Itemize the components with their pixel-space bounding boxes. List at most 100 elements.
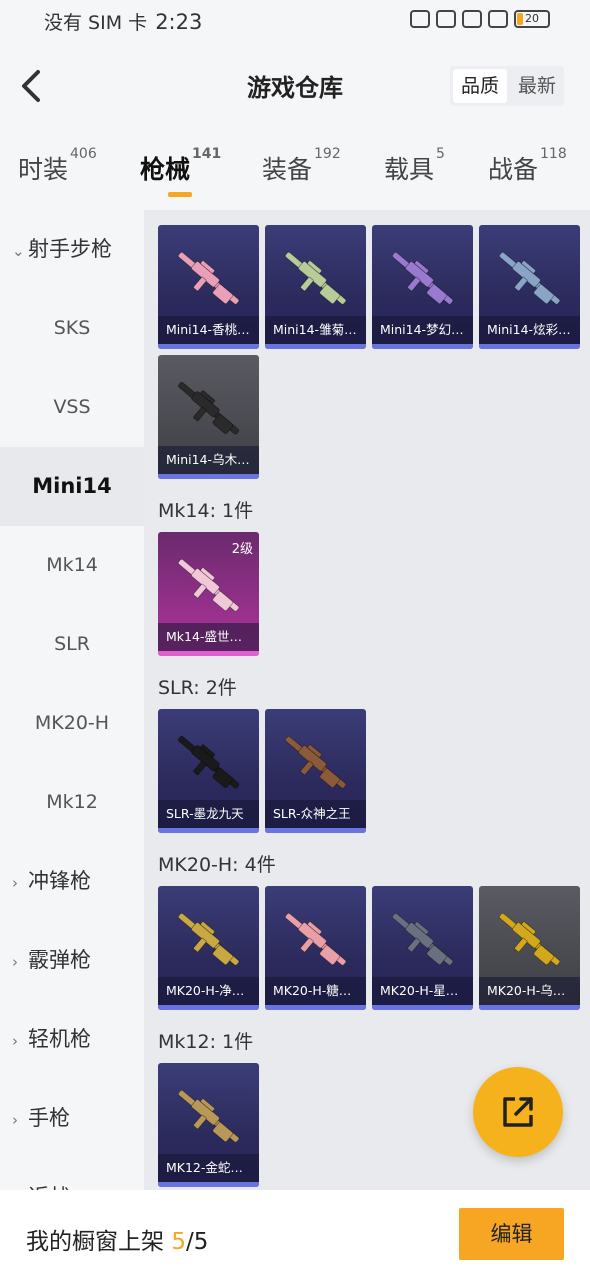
- category-tabs: 时装406 枪械141 装备192 载具5 战备118: [0, 146, 590, 208]
- battery-icon: 20: [514, 10, 550, 28]
- weapon-skin-image: [285, 251, 347, 305]
- weapon-card[interactable]: SLR-众神之王: [265, 709, 366, 833]
- sidebar-item-smg[interactable]: › 冲锋枪: [0, 842, 144, 921]
- weapon-card[interactable]: MK20-H-糖…: [265, 886, 366, 1010]
- sidebar-item-melee[interactable]: ›近战: [0, 1158, 144, 1190]
- sidebar-item-pistol[interactable]: › 手枪: [0, 1079, 144, 1158]
- rarity-bar: [479, 344, 580, 349]
- chevron-right-icon: ›: [12, 1111, 18, 1129]
- sidebar-item-label: 射手步枪: [28, 237, 112, 261]
- tab-count: 5: [436, 146, 445, 162]
- sidebar-item-slr[interactable]: SLR: [0, 605, 144, 684]
- sidebar-item-label: 轻机枪: [28, 1027, 91, 1051]
- tab-supplies[interactable]: 战备118: [488, 146, 567, 186]
- tab-count: 141: [192, 146, 222, 162]
- weapon-card-name: MK20-H-星…: [372, 977, 473, 1005]
- rarity-bar: [265, 828, 366, 833]
- weapon-card[interactable]: Mini14-雏菊…: [265, 225, 366, 349]
- weapon-card-name: Mini14-炫彩…: [479, 316, 580, 344]
- rarity-bar: [265, 1005, 366, 1010]
- weapon-card[interactable]: 2级 Mk14-盛世…: [158, 532, 259, 656]
- sidebar-item-sks[interactable]: SKS: [0, 289, 144, 368]
- status-left: 没有 SIM 卡 2:23: [44, 8, 202, 35]
- edit-button[interactable]: 编辑: [459, 1208, 564, 1260]
- card-grid-mk14: 2级 Mk14-盛世…: [158, 532, 584, 656]
- sidebar-item-lmg[interactable]: › 轻机枪: [0, 1000, 144, 1079]
- vibrate-icon: [436, 10, 456, 28]
- sidebar-item-mk20h[interactable]: MK20-H: [0, 684, 144, 763]
- rarity-bar: [158, 344, 259, 349]
- battery-level: 20: [525, 12, 539, 25]
- tab-vehicles[interactable]: 载具5: [384, 146, 445, 186]
- section-heading-mk20h: MK20-H: 4件: [158, 854, 276, 876]
- sidebar-item-vss[interactable]: VSS: [0, 368, 144, 447]
- weapon-card-name: MK20-H-净…: [158, 977, 259, 1005]
- weapon-card[interactable]: MK20-H-净…: [158, 886, 259, 1010]
- rarity-bar: [372, 1005, 473, 1010]
- weapon-skin-image: [285, 912, 347, 966]
- tab-equipment[interactable]: 装备192: [262, 146, 341, 186]
- sort-newest-button[interactable]: 最新: [510, 66, 564, 106]
- section-heading-mk12: Mk12: 1件: [158, 1031, 254, 1053]
- weapon-skin-image: [392, 251, 454, 305]
- carrier-text: 没有 SIM 卡: [44, 12, 148, 34]
- sidebar-item-mk12[interactable]: Mk12: [0, 763, 144, 842]
- chevron-right-icon: ›: [12, 1160, 28, 1190]
- weapon-card-name: MK20-H-糖…: [265, 977, 366, 1005]
- weapon-skin-image: [178, 381, 240, 435]
- weapon-card-name: Mini14-雏菊…: [265, 316, 366, 344]
- weapon-skin-image: [178, 1089, 240, 1143]
- weapon-skin-image: [178, 735, 240, 789]
- weapon-skin-image: [392, 912, 454, 966]
- weapon-card[interactable]: Mini14-炫彩…: [479, 225, 580, 349]
- weapon-skin-image: [178, 251, 240, 305]
- share-external-icon: [503, 1097, 533, 1127]
- weapon-card[interactable]: Mini14-梦幻…: [372, 225, 473, 349]
- sidebar-item-shotgun[interactable]: › 霰弹枪: [0, 921, 144, 1000]
- wifi-icon: [462, 10, 482, 28]
- card-grid-slr: SLR-墨龙九天 SLR-众神之王: [158, 709, 584, 833]
- tab-fashion[interactable]: 时装406: [18, 146, 97, 186]
- sidebar-item-label: 手枪: [28, 1106, 70, 1130]
- sidebar-item-mini14[interactable]: Mini14: [0, 447, 144, 526]
- status-bar: 没有 SIM 卡 2:23 20: [0, 0, 590, 40]
- weapon-card-name: MK20-H-乌…: [479, 977, 580, 1005]
- rarity-bar: [158, 828, 259, 833]
- weapon-skin-image: [499, 251, 561, 305]
- tab-label: 枪械: [140, 155, 191, 184]
- weapon-card-name: MK12-金蛇…: [158, 1154, 259, 1182]
- tab-firearms[interactable]: 枪械141: [140, 146, 221, 197]
- sidebar-item-label: 冲锋枪: [28, 869, 91, 893]
- rarity-bar: [265, 344, 366, 349]
- weapon-card[interactable]: MK12-金蛇…: [158, 1063, 259, 1187]
- card-grid-mk20h: MK20-H-净… MK20-H-糖… MK20-H-星… MK20-H-乌…: [158, 886, 584, 1010]
- weapon-sidebar: ⌄ 射手步枪 SKS VSS Mini14 Mk14 SLR MK20-H Mk1…: [0, 210, 144, 1190]
- weapon-card[interactable]: MK20-H-星…: [372, 886, 473, 1010]
- weapon-content: Mini14-香桃… Mini14-雏菊… Mini14-梦幻… Mini14-炫彩……: [144, 210, 590, 1190]
- share-fab-button[interactable]: [473, 1067, 563, 1157]
- sidebar-item-label: 霰弹枪: [28, 948, 91, 972]
- weapon-card[interactable]: Mini14-香桃…: [158, 225, 259, 349]
- sort-quality-button[interactable]: 品质: [453, 69, 508, 103]
- weapon-card-name: Mini14-香桃…: [158, 316, 259, 344]
- alert-icon: [488, 10, 508, 28]
- sidebar-item-mk14[interactable]: Mk14: [0, 526, 144, 605]
- weapon-card[interactable]: Mini14-乌木…: [158, 355, 259, 479]
- showcase-status: 我的橱窗上架 5/5: [26, 1222, 208, 1256]
- sort-toggle: 品质 最新: [450, 66, 565, 106]
- tab-label: 装备: [262, 155, 313, 184]
- weapon-skin-image: [499, 912, 561, 966]
- weapon-skin-image: [178, 912, 240, 966]
- bottom-bar: 我的橱窗上架 5/5 编辑: [0, 1190, 590, 1280]
- sidebar-item-dmr[interactable]: ⌄ 射手步枪: [0, 210, 144, 289]
- weapon-card[interactable]: MK20-H-乌…: [479, 886, 580, 1010]
- weapon-level-badge: 2级: [231, 542, 253, 557]
- rarity-bar: [479, 1005, 580, 1010]
- section-heading-slr: SLR: 2件: [158, 677, 237, 699]
- tab-label: 战备: [488, 155, 539, 184]
- card-grid-mini14: Mini14-香桃… Mini14-雏菊… Mini14-梦幻… Mini14-炫彩……: [158, 225, 584, 479]
- weapon-card[interactable]: SLR-墨龙九天: [158, 709, 259, 833]
- rarity-bar: [372, 344, 473, 349]
- tab-label: 时装: [18, 155, 69, 184]
- weapon-card-name: Mk14-盛世…: [158, 623, 259, 651]
